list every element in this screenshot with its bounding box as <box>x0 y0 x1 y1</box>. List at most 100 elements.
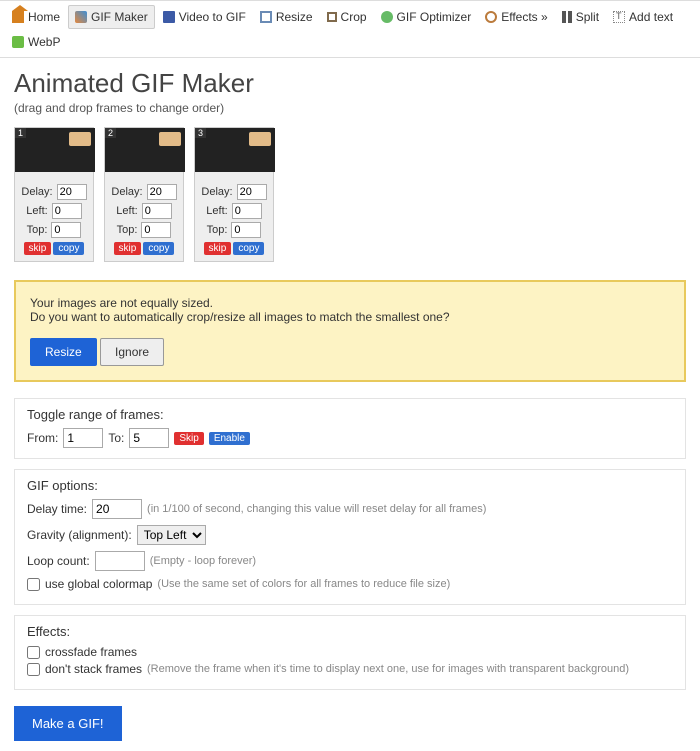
crossfade-label: crossfade frames <box>45 645 137 659</box>
toggle-section: Toggle range of frames: From: To: Skip E… <box>14 398 686 459</box>
nav-webp[interactable]: WebP <box>6 31 66 53</box>
frame-delay-label: Delay: <box>111 186 142 198</box>
text-icon <box>613 11 625 23</box>
video-icon <box>163 11 175 23</box>
crossfade-checkbox[interactable] <box>27 646 40 659</box>
gravity-label: Gravity (alignment): <box>27 528 132 542</box>
resize-button[interactable]: Resize <box>30 338 97 366</box>
nav-label: WebP <box>28 35 60 49</box>
nav-label: Crop <box>341 10 367 24</box>
gravity-select[interactable]: Top Left <box>137 525 206 545</box>
opt-icon <box>381 11 393 23</box>
delay-label: Delay time: <box>27 502 87 516</box>
frame-index: 1 <box>15 128 26 138</box>
nav-label: Split <box>576 10 599 24</box>
frame-index: 3 <box>195 128 206 138</box>
frame-card[interactable]: 3 Delay: Left: Top: skipcopy <box>194 127 274 262</box>
options-title: GIF options: <box>27 478 673 493</box>
frame-top-label: Top: <box>27 224 48 236</box>
nav-label: Add text <box>629 10 673 24</box>
frame-index: 2 <box>105 128 116 138</box>
frame-delay-label: Delay: <box>21 186 52 198</box>
frame-top-label: Top: <box>207 224 228 236</box>
frame-thumbnail[interactable]: 2 <box>105 128 185 172</box>
frame-top-input[interactable] <box>51 222 81 238</box>
crop-icon <box>327 12 337 22</box>
frame-thumbnail[interactable]: 3 <box>195 128 275 172</box>
frame-skip-button[interactable]: skip <box>24 242 52 255</box>
split-icon <box>562 11 572 23</box>
main-content: Animated GIF Maker (drag and drop frames… <box>0 58 700 751</box>
to-input[interactable] <box>129 428 169 448</box>
page-subtitle: (drag and drop frames to change order) <box>14 101 686 115</box>
top-nav: Home GIF Maker Video to GIF Resize Crop GIF O… <box>0 0 700 58</box>
frame-copy-button[interactable]: copy <box>143 242 174 255</box>
nav-gif-maker[interactable]: GIF Maker <box>68 5 155 29</box>
effects-title: Effects: <box>27 624 673 639</box>
toggle-enable-button[interactable]: Enable <box>209 432 250 445</box>
make-gif-button[interactable]: Make a GIF! <box>14 706 122 741</box>
nav-label: GIF Optimizer <box>397 10 472 24</box>
alert-line2: Do you want to automatically crop/resize… <box>30 310 670 324</box>
frame-delay-input[interactable] <box>147 184 177 200</box>
frame-delay-label: Delay: <box>201 186 232 198</box>
page-title: Animated GIF Maker <box>14 68 686 99</box>
loop-input[interactable] <box>95 551 145 571</box>
frame-skip-button[interactable]: skip <box>114 242 142 255</box>
frame-left-input[interactable] <box>232 203 262 219</box>
frame-left-input[interactable] <box>52 203 82 219</box>
options-section: GIF options: Delay time: (in 1/100 of se… <box>14 469 686 605</box>
frame-card[interactable]: 2 Delay: Left: Top: skipcopy <box>104 127 184 262</box>
nav-label: GIF Maker <box>91 10 148 24</box>
nav-video-to-gif[interactable]: Video to GIF <box>157 5 252 29</box>
effects-section: Effects: crossfade frames don't stack fr… <box>14 615 686 690</box>
alert-line1: Your images are not equally sized. <box>30 296 670 310</box>
fx-icon <box>485 11 497 23</box>
nav-home[interactable]: Home <box>6 5 66 29</box>
frame-top-input[interactable] <box>141 222 171 238</box>
home-icon <box>12 11 24 23</box>
frame-copy-button[interactable]: copy <box>53 242 84 255</box>
dontstack-checkbox[interactable] <box>27 663 40 676</box>
gif-icon <box>75 11 87 23</box>
nav-label: Resize <box>276 10 313 24</box>
to-label: To: <box>108 431 124 445</box>
frame-top-input[interactable] <box>231 222 261 238</box>
loop-hint: (Empty - loop forever) <box>150 555 256 567</box>
frame-copy-button[interactable]: copy <box>233 242 264 255</box>
frame-thumbnail[interactable]: 1 <box>15 128 95 172</box>
frame-left-label: Left: <box>116 205 137 217</box>
frame-left-label: Left: <box>206 205 227 217</box>
nav-crop[interactable]: Crop <box>321 5 373 29</box>
delay-hint: (in 1/100 of second, changing this value… <box>147 503 486 515</box>
from-label: From: <box>27 431 58 445</box>
ignore-button[interactable]: Ignore <box>100 338 164 366</box>
nav-label: Home <box>28 10 60 24</box>
nav-split[interactable]: Split <box>556 5 605 29</box>
frame-delay-input[interactable] <box>57 184 87 200</box>
global-colormap-checkbox[interactable] <box>27 578 40 591</box>
frames-row: 1Delay:Left:Top:skipcopy2Delay:Left:Top:… <box>14 127 686 262</box>
toggle-title: Toggle range of frames: <box>27 407 673 422</box>
toggle-skip-button[interactable]: Skip <box>174 432 203 445</box>
loop-label: Loop count: <box>27 554 90 568</box>
nav-gif-optimizer[interactable]: GIF Optimizer <box>375 5 478 29</box>
nav-add-text[interactable]: Add text <box>607 5 679 29</box>
nav-effects-[interactable]: Effects » <box>479 5 553 29</box>
resize-icon <box>260 11 272 23</box>
frame-delay-input[interactable] <box>237 184 267 200</box>
global-colormap-label: use global colormap <box>45 577 152 591</box>
delay-input[interactable] <box>92 499 142 519</box>
frame-left-input[interactable] <box>142 203 172 219</box>
nav-resize[interactable]: Resize <box>254 5 319 29</box>
global-colormap-hint: (Use the same set of colors for all fram… <box>157 578 450 590</box>
from-input[interactable] <box>63 428 103 448</box>
webp-icon <box>12 36 24 48</box>
frame-skip-button[interactable]: skip <box>204 242 232 255</box>
dontstack-label: don't stack frames <box>45 662 142 676</box>
frame-card[interactable]: 1 Delay: Left: Top: skipcopy <box>14 127 94 262</box>
nav-label: Video to GIF <box>179 10 246 24</box>
frame-left-label: Left: <box>26 205 47 217</box>
size-alert: Your images are not equally sized. Do yo… <box>14 280 686 382</box>
frame-top-label: Top: <box>117 224 138 236</box>
